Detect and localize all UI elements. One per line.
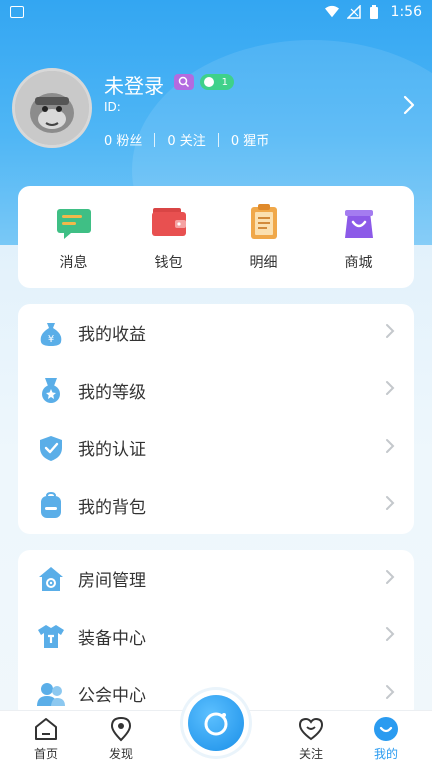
chevron-right-icon bbox=[384, 683, 396, 705]
signal-icon bbox=[346, 5, 361, 19]
nav-discover[interactable]: 发现 bbox=[101, 716, 141, 762]
equipment-shirt-icon bbox=[38, 625, 64, 649]
following-count[interactable]: 0 关注 bbox=[167, 130, 205, 149]
quick-item-label: 消息 bbox=[59, 255, 88, 271]
home-icon bbox=[35, 718, 57, 740]
battery-icon bbox=[369, 5, 383, 19]
camera-icon bbox=[188, 695, 244, 751]
nav-label: 首页 bbox=[33, 747, 58, 761]
guild-people-icon bbox=[37, 682, 65, 706]
center-action-button[interactable] bbox=[183, 690, 249, 756]
menu-item-level[interactable]: 我的等级 bbox=[18, 362, 414, 420]
menu-item-backpack[interactable]: 我的背包 bbox=[18, 477, 414, 535]
gorilla-avatar-icon bbox=[15, 71, 89, 145]
shop-bag-icon bbox=[344, 210, 373, 238]
chevron-right-icon bbox=[384, 568, 396, 590]
chevron-right-icon bbox=[384, 322, 396, 344]
menu-item-label: 我的认证 bbox=[78, 440, 146, 461]
divider bbox=[154, 132, 156, 147]
svg-text:¥: ¥ bbox=[48, 334, 54, 345]
status-bar: 1:56 bbox=[0, 0, 432, 24]
gallery-notification-icon bbox=[10, 6, 24, 18]
chevron-right-icon bbox=[384, 379, 396, 401]
location-pin-icon bbox=[110, 716, 132, 742]
coins-count[interactable]: 0 猩币 bbox=[231, 130, 269, 149]
quick-item-message[interactable]: 消息 bbox=[34, 202, 114, 272]
backpack-icon bbox=[41, 492, 61, 519]
level-badge: 1 bbox=[200, 74, 234, 90]
menu-item-room-management[interactable]: 房间管理 bbox=[18, 550, 414, 608]
nav-home[interactable]: 首页 bbox=[26, 716, 66, 762]
menu-item-income[interactable]: ¥ 我的收益 bbox=[18, 304, 414, 362]
nav-follow[interactable]: 关注 bbox=[291, 716, 331, 762]
quick-item-label: 明细 bbox=[249, 255, 278, 271]
menu-item-label: 我的背包 bbox=[78, 497, 146, 518]
chevron-right-icon[interactable] bbox=[402, 94, 416, 120]
wallet-icon bbox=[151, 208, 186, 236]
quick-item-label: 钱包 bbox=[154, 255, 183, 271]
fans-count[interactable]: 0 粉丝 bbox=[104, 130, 142, 149]
menu-item-certification[interactable]: 我的认证 bbox=[18, 419, 414, 477]
heart-icon bbox=[298, 717, 324, 741]
menu-group-1: ¥ 我的收益 我的等级 我的认证 我的背包 bbox=[18, 304, 414, 534]
menu-item-label: 公会中心 bbox=[78, 686, 146, 707]
menu-item-label: 我的收益 bbox=[78, 325, 146, 346]
menu-item-equipment-center[interactable]: 装备中心 bbox=[18, 608, 414, 666]
profile-header[interactable]: 未登录 1 ID: 0 粉丝 0 关注 0 猩币 bbox=[12, 68, 422, 153]
menu-item-label: 装备中心 bbox=[78, 628, 146, 649]
chevron-right-icon bbox=[384, 437, 396, 459]
search-badge-icon bbox=[174, 74, 194, 90]
wifi-icon bbox=[324, 5, 339, 19]
menu-item-label: 我的等级 bbox=[78, 382, 146, 403]
details-clipboard-icon bbox=[250, 204, 277, 239]
quick-item-details[interactable]: 明细 bbox=[224, 202, 304, 272]
level-dot-icon bbox=[204, 77, 214, 87]
profile-stats: 0 粉丝 0 关注 0 猩币 bbox=[104, 130, 269, 149]
mine-face-icon bbox=[374, 717, 398, 741]
menu-item-label: 房间管理 bbox=[78, 571, 146, 592]
divider bbox=[217, 132, 219, 147]
status-time: 1:56 bbox=[390, 4, 422, 20]
quick-item-label: 商城 bbox=[344, 255, 373, 271]
nav-label: 我的 bbox=[373, 747, 398, 761]
quick-actions-card: 消息 钱包 明细 商城 bbox=[18, 186, 414, 288]
quick-item-wallet[interactable]: 钱包 bbox=[129, 202, 209, 272]
nav-label: 发现 bbox=[108, 747, 133, 761]
level-badge-value: 1 bbox=[221, 76, 228, 88]
chevron-right-icon bbox=[384, 494, 396, 516]
nav-label: 关注 bbox=[298, 747, 323, 761]
income-moneybag-icon: ¥ bbox=[40, 322, 62, 346]
certification-shield-icon bbox=[40, 435, 62, 461]
username: 未登录 bbox=[104, 74, 164, 98]
user-id: ID: bbox=[104, 100, 121, 114]
avatar[interactable] bbox=[12, 68, 92, 148]
room-house-icon bbox=[39, 566, 63, 591]
level-medal-icon bbox=[42, 378, 60, 404]
quick-item-shop[interactable]: 商城 bbox=[319, 202, 399, 272]
message-icon bbox=[56, 209, 91, 239]
chevron-right-icon bbox=[384, 625, 396, 647]
nav-mine[interactable]: 我的 bbox=[366, 716, 406, 762]
